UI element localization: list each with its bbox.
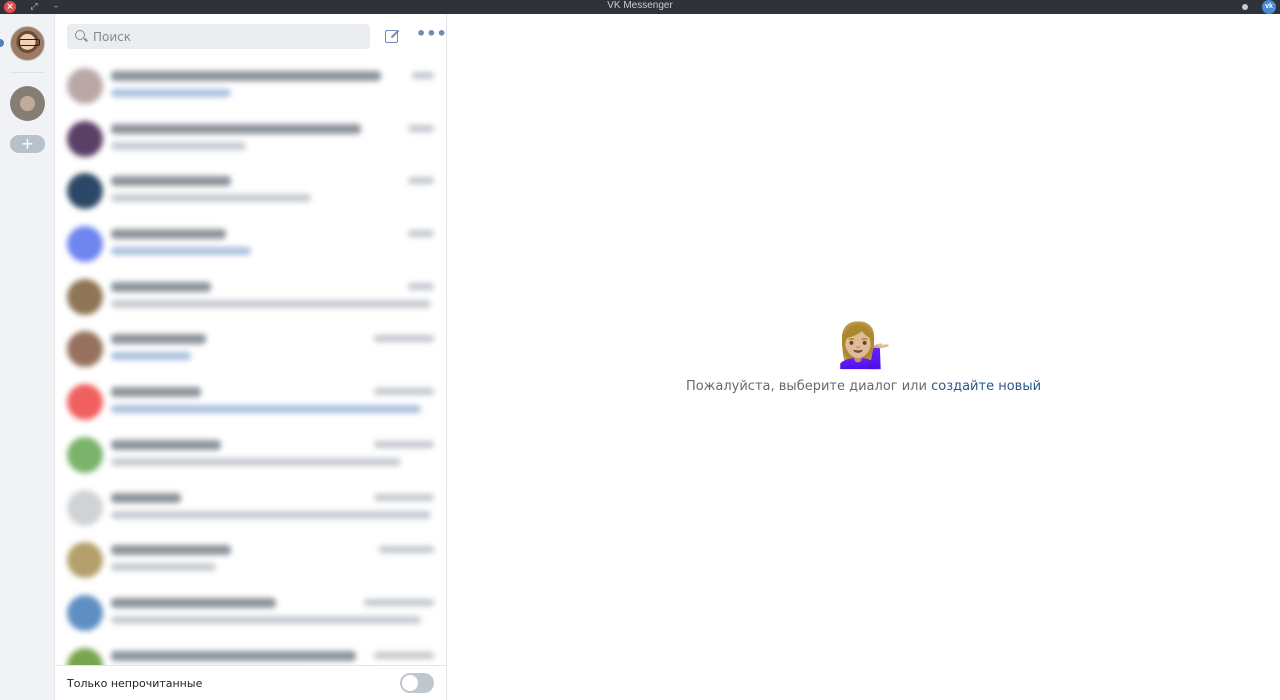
dialog-preview-blurred	[111, 457, 401, 466]
dialog-avatar	[67, 226, 103, 263]
list-item[interactable]	[55, 324, 446, 377]
active-account-indicator	[0, 39, 4, 47]
account-avatar-secondary[interactable]	[10, 86, 45, 121]
chat-area: 💁🏼‍♀️ Пожалуйста, выберите диалог или со…	[447, 14, 1280, 700]
create-new-dialog-link[interactable]: создайте новый	[931, 379, 1041, 394]
dialog-avatar	[67, 384, 103, 421]
dialog-avatar	[67, 647, 103, 665]
list-item[interactable]	[55, 114, 446, 167]
window-titlebar: × ⤢ – VK Messenger vk	[0, 0, 1280, 14]
dialog-avatar	[67, 489, 103, 526]
dialog-preview-blurred	[111, 89, 231, 97]
list-item[interactable]	[55, 166, 446, 219]
empty-state-message: Пожалуйста, выберите диалог или создайте…	[447, 379, 1280, 394]
tray-dot-icon	[1242, 4, 1248, 10]
dialog-name-blurred	[111, 71, 381, 81]
dialog-preview-blurred	[111, 299, 431, 308]
dialog-name-blurred	[111, 123, 361, 134]
dialog-name-blurred	[111, 176, 231, 187]
dialog-name-blurred	[111, 439, 221, 450]
unread-only-toggle[interactable]	[400, 673, 434, 693]
dialog-time-blurred	[412, 72, 434, 79]
search-input[interactable]	[93, 27, 353, 46]
dialog-avatar	[67, 173, 103, 210]
search-box[interactable]	[67, 24, 370, 49]
dialog-time-blurred	[408, 282, 434, 290]
list-item[interactable]	[55, 430, 446, 483]
dialog-avatar	[67, 278, 103, 315]
dialog-preview-blurred	[111, 405, 421, 414]
dialog-time-blurred	[379, 546, 434, 554]
dialog-name-blurred	[111, 281, 211, 292]
dialog-name-blurred	[111, 334, 206, 345]
dialog-name-blurred	[111, 597, 276, 608]
dialog-avatar	[67, 542, 103, 579]
dialog-list[interactable]	[55, 61, 446, 665]
dialog-time-blurred	[374, 440, 434, 448]
empty-state-text: Пожалуйста, выберите диалог или	[685, 379, 927, 394]
dialog-preview-blurred	[111, 615, 421, 624]
vk-tray-icon[interactable]: vk	[1262, 0, 1276, 14]
woman-tipping-hand-icon: 💁🏼‍♀️	[837, 320, 892, 371]
dialog-time-blurred	[364, 598, 434, 606]
window-title: VK Messenger	[607, 0, 673, 11]
accounts-divider	[10, 72, 45, 73]
dialog-avatar	[67, 331, 103, 368]
dialog-time-blurred	[408, 124, 434, 132]
dialog-preview-blurred	[111, 141, 246, 150]
list-item[interactable]	[55, 219, 446, 272]
dialog-preview-blurred	[111, 247, 251, 256]
dialog-preview-blurred	[111, 510, 431, 519]
dialog-preview-blurred	[111, 563, 216, 572]
compose-button[interactable]	[384, 28, 400, 44]
dialog-avatar	[67, 120, 103, 157]
dialogs-footer: Только непрочитанные	[55, 665, 446, 700]
dialog-name-blurred	[111, 492, 181, 503]
list-item[interactable]	[55, 61, 446, 114]
dialog-avatar	[67, 436, 103, 473]
dialog-preview-blurred	[111, 194, 311, 203]
dialog-name-blurred	[111, 229, 226, 240]
list-item[interactable]	[55, 377, 446, 430]
dialog-avatar	[67, 68, 103, 104]
dialog-preview-blurred	[111, 352, 191, 361]
list-item[interactable]	[55, 535, 446, 588]
dialog-time-blurred	[374, 388, 434, 396]
dialog-name-blurred	[111, 650, 356, 661]
dialog-time-blurred	[374, 335, 434, 343]
dialog-time-blurred	[374, 493, 434, 501]
dialog-name-blurred	[111, 387, 201, 398]
list-item[interactable]	[55, 483, 446, 536]
unread-only-label: Только непрочитанные	[67, 677, 203, 690]
account-avatar-primary[interactable]	[10, 26, 45, 61]
list-item[interactable]	[55, 588, 446, 641]
dialog-time-blurred	[374, 651, 434, 659]
accounts-sidebar: +	[0, 14, 55, 700]
dialog-time-blurred	[408, 230, 434, 238]
dialog-name-blurred	[111, 545, 231, 556]
list-item[interactable]	[55, 272, 446, 325]
more-icon[interactable]: •••	[416, 26, 447, 44]
toggle-knob	[402, 675, 418, 691]
dialogs-panel: •••	[55, 14, 447, 700]
search-icon	[75, 30, 85, 40]
list-item[interactable]	[55, 641, 446, 665]
add-account-button[interactable]: +	[10, 135, 45, 153]
dialog-avatar	[67, 594, 103, 631]
dialog-time-blurred	[408, 177, 434, 185]
